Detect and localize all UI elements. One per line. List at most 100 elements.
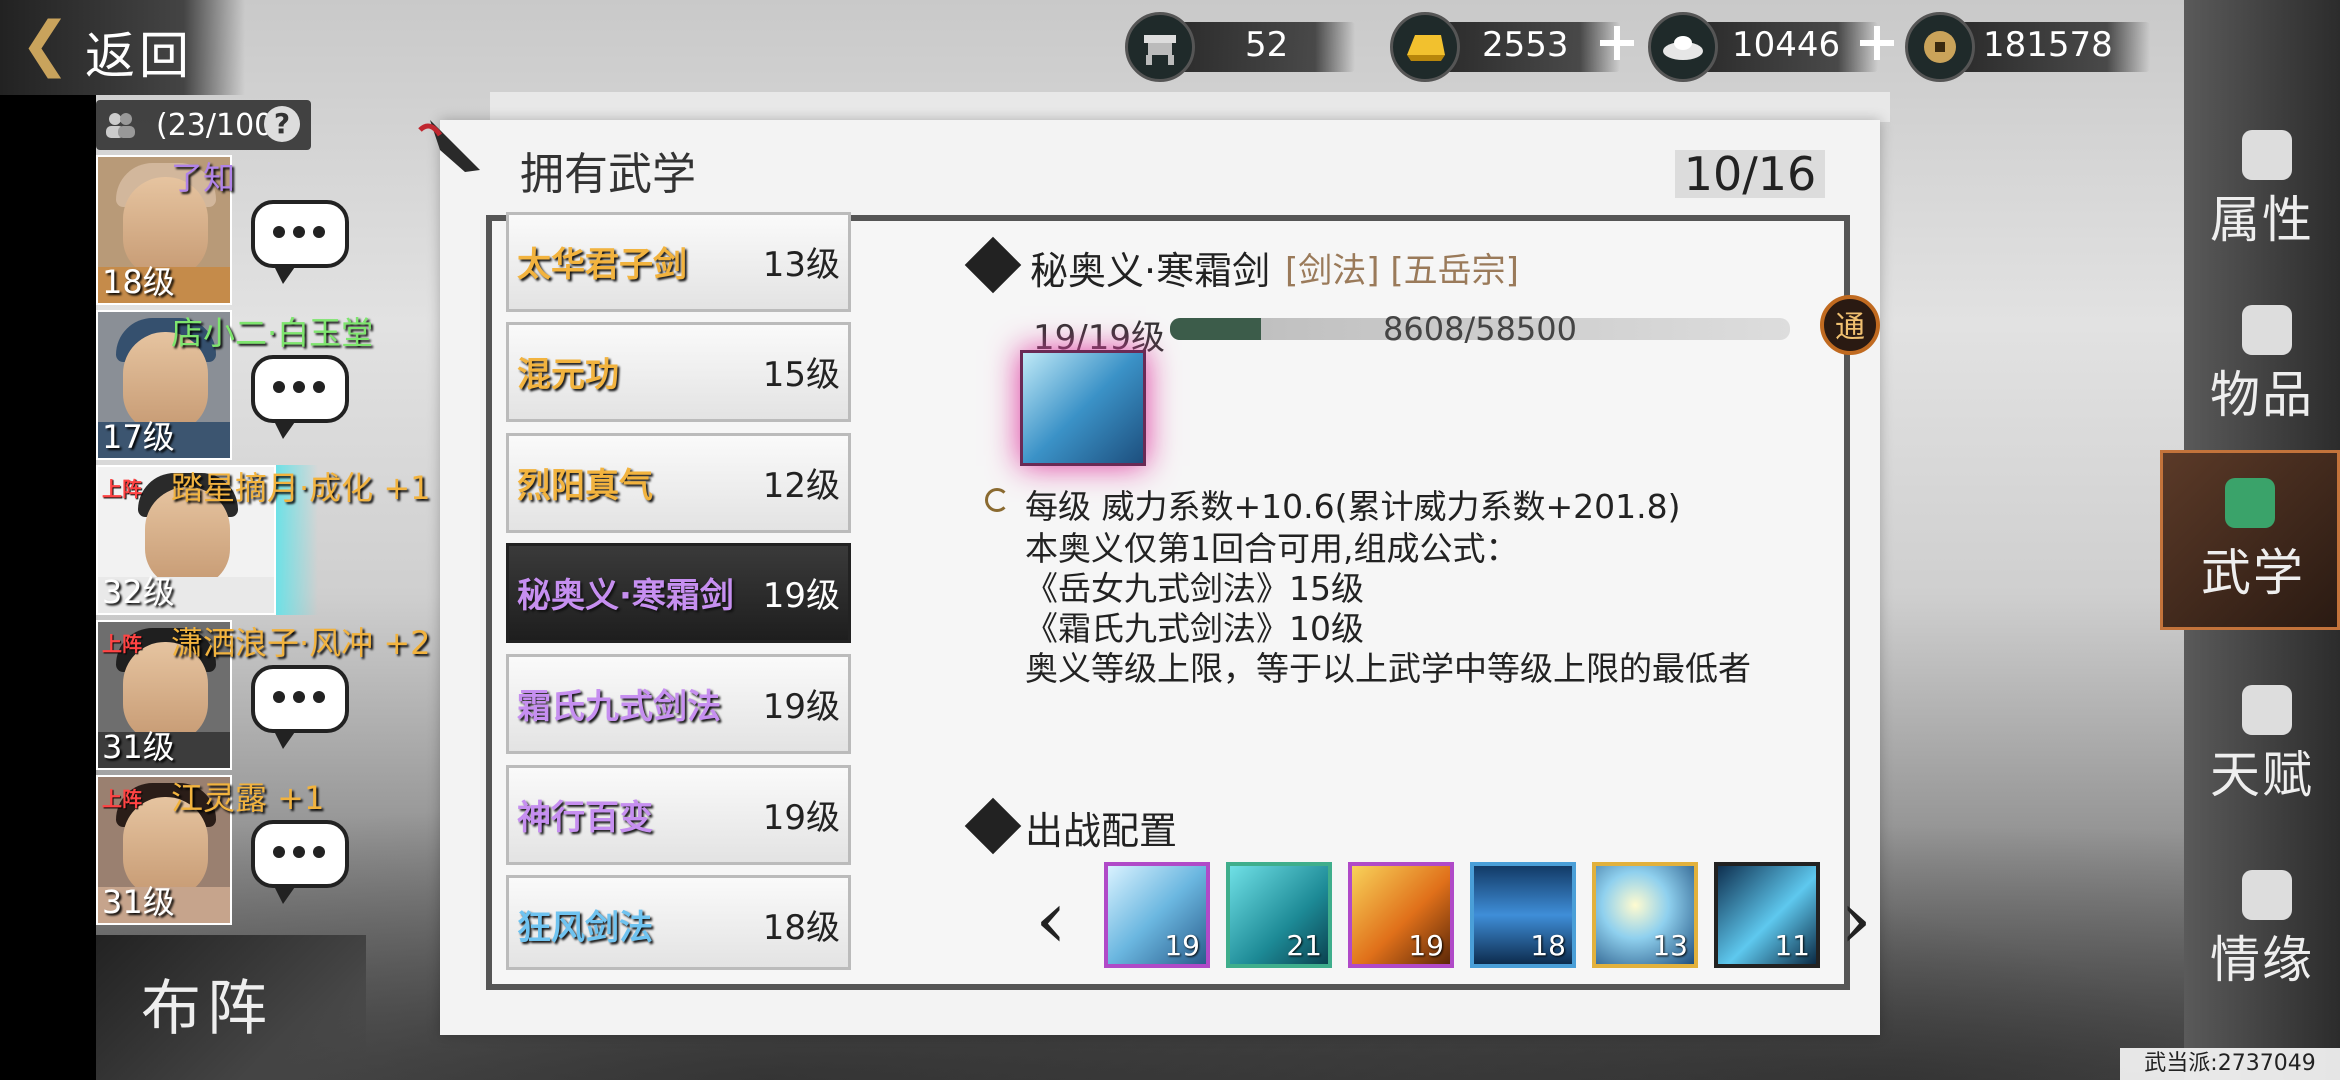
battle-slot[interactable]: 11 [1714,862,1820,968]
silver-ingot-icon [1648,12,1718,82]
gold-ingot-icon [1390,12,1460,82]
battle-slot[interactable]: 19 [1104,862,1210,968]
battle-config-title: 出战配置 [1025,809,1178,853]
tab-martial-arts[interactable]: 武学 [2160,450,2340,630]
skill-item[interactable]: 烈阳真气 12级 [506,433,851,533]
character-level: 31级 [102,728,175,766]
deployed-tag: 上阵 [102,477,142,501]
detail-skill-name: 秘奥义·寒霜剑 [1030,249,1271,293]
tab-attributes[interactable]: 属性 [2184,110,2340,270]
battle-slot[interactable]: 18 [1470,862,1576,968]
tab-label: 天赋 [2210,746,2314,804]
skill-level: 19级 [762,798,840,838]
character-level: 31级 [102,883,175,921]
skill-item-selected[interactable]: 秘奥义·寒霜剑 19级 [506,543,851,643]
formation-label: 布阵 [141,974,273,1044]
faction-id: 武当派:2737049 [2120,1048,2340,1080]
character-level: 17级 [102,418,175,456]
currency-silver: 10446 [1648,12,1908,82]
character-level: 32级 [102,573,175,611]
skill-level: 19级 [762,687,840,727]
moon-bullet-icon [985,488,1009,512]
chat-bubble-icon[interactable] [251,200,349,284]
chat-bubble-icon[interactable] [251,665,349,749]
character-name: 了知 [171,159,236,197]
skill-name: 混元功 [517,355,619,395]
capacity-text: (23/100 [156,108,274,143]
skill-name: 神行百变 [517,798,653,838]
slot-level: 21 [1286,929,1322,962]
tab-items[interactable]: 物品 [2184,285,2340,445]
chat-bubble-icon[interactable] [251,355,349,439]
character-name: 店小二·白玉堂 [171,314,374,352]
character-name: 踏星摘月·成化 +1 [171,469,431,507]
character-card-selected[interactable]: 上阵 32级 踏星摘月·成化 +1 [96,465,436,615]
skill-level: 13级 [762,245,840,285]
coin-icon [1905,12,1975,82]
skill-item[interactable]: 太华君子剑 13级 [506,212,851,312]
skill-level: 18级 [762,908,840,948]
deployed-tag: 上阵 [102,632,142,656]
skill-item[interactable]: 霜氏九式剑法 19级 [506,654,851,754]
tab-label: 物品 [2210,366,2314,424]
exp-text: 8608/58500 [1382,310,1577,348]
slot-level: 13 [1652,929,1688,962]
battle-slot[interactable]: 21 [1226,862,1332,968]
add-gold-icon[interactable] [1600,26,1634,60]
help-button[interactable]: ? [264,106,300,142]
character-card[interactable]: 17级 店小二·白玉堂 [96,310,436,460]
skill-name: 狂风剑法 [517,908,653,948]
panel-shadow [490,92,1890,122]
deployed-tag: 上阵 [102,787,142,811]
character-name: 江灵露 +1 [171,779,325,817]
skill-name: 烈阳真气 [517,466,653,506]
character-card[interactable]: 上阵 31级 潇洒浪子·风冲 +2 [96,620,436,770]
skill-level: 15级 [762,355,840,395]
skill-item[interactable]: 混元功 15级 [506,322,851,422]
slot-level: 19 [1164,929,1200,962]
slot-level: 18 [1530,929,1566,962]
currency-value: 2553 [1482,25,1569,65]
desc-line: 奥义等级上限，等于以上武学中等级上限的最低者 [1025,649,1751,688]
currency-value: 52 [1245,25,1289,65]
skill-name: 太华君子剑 [517,245,687,285]
currency-coin: 181578 [1905,12,2160,82]
anvil-icon [1125,12,1195,82]
panel-title: 拥有武学 [520,149,696,200]
next-arrow-icon[interactable]: › [1840,880,1872,960]
heart-icon [2242,870,2292,920]
tab-label: 情缘 [2210,931,2314,989]
dart-icon [418,120,480,172]
talent-icon [2242,685,2292,735]
currency-value: 181578 [1983,25,2113,65]
tab-label: 武学 [2201,544,2305,602]
tab-affinity[interactable]: 情缘 [2184,850,2340,1010]
add-silver-icon[interactable] [1860,26,1894,60]
skill-level: 12级 [762,466,840,506]
skill-level: 19级 [762,576,840,616]
tong-badge-icon[interactable]: 通 [1820,295,1880,355]
battle-slot[interactable]: 19 [1348,862,1454,968]
skill-count: 10/16 [1675,150,1825,198]
prev-arrow-icon[interactable]: ‹ [1035,880,1067,960]
rat-icon [2242,130,2292,180]
skill-item[interactable]: 神行百变 19级 [506,765,851,865]
slot-level: 11 [1774,929,1810,962]
tab-label: 属性 [2210,191,2314,249]
character-card[interactable]: 18级 了知 [96,155,436,305]
gift-box-icon [2242,305,2292,355]
currency-gold: 2553 [1390,12,1650,82]
battle-slot[interactable]: 13 [1592,862,1698,968]
skill-name: 霜氏九式剑法 [517,687,721,727]
tab-talent[interactable]: 天赋 [2184,665,2340,825]
back-arrow-icon: ❮ [20,9,71,79]
skill-item[interactable]: 狂风剑法 18级 [506,875,851,970]
book-icon [2225,478,2275,528]
character-card[interactable]: 上阵 31级 江灵露 +1 [96,775,436,925]
currency-anvil: 52 [1125,12,1360,82]
people-icon [106,113,135,138]
chat-bubble-icon[interactable] [251,820,349,904]
currency-value: 10446 [1732,25,1841,65]
slot-level: 19 [1408,929,1444,962]
skill-art-icon [1020,350,1146,466]
